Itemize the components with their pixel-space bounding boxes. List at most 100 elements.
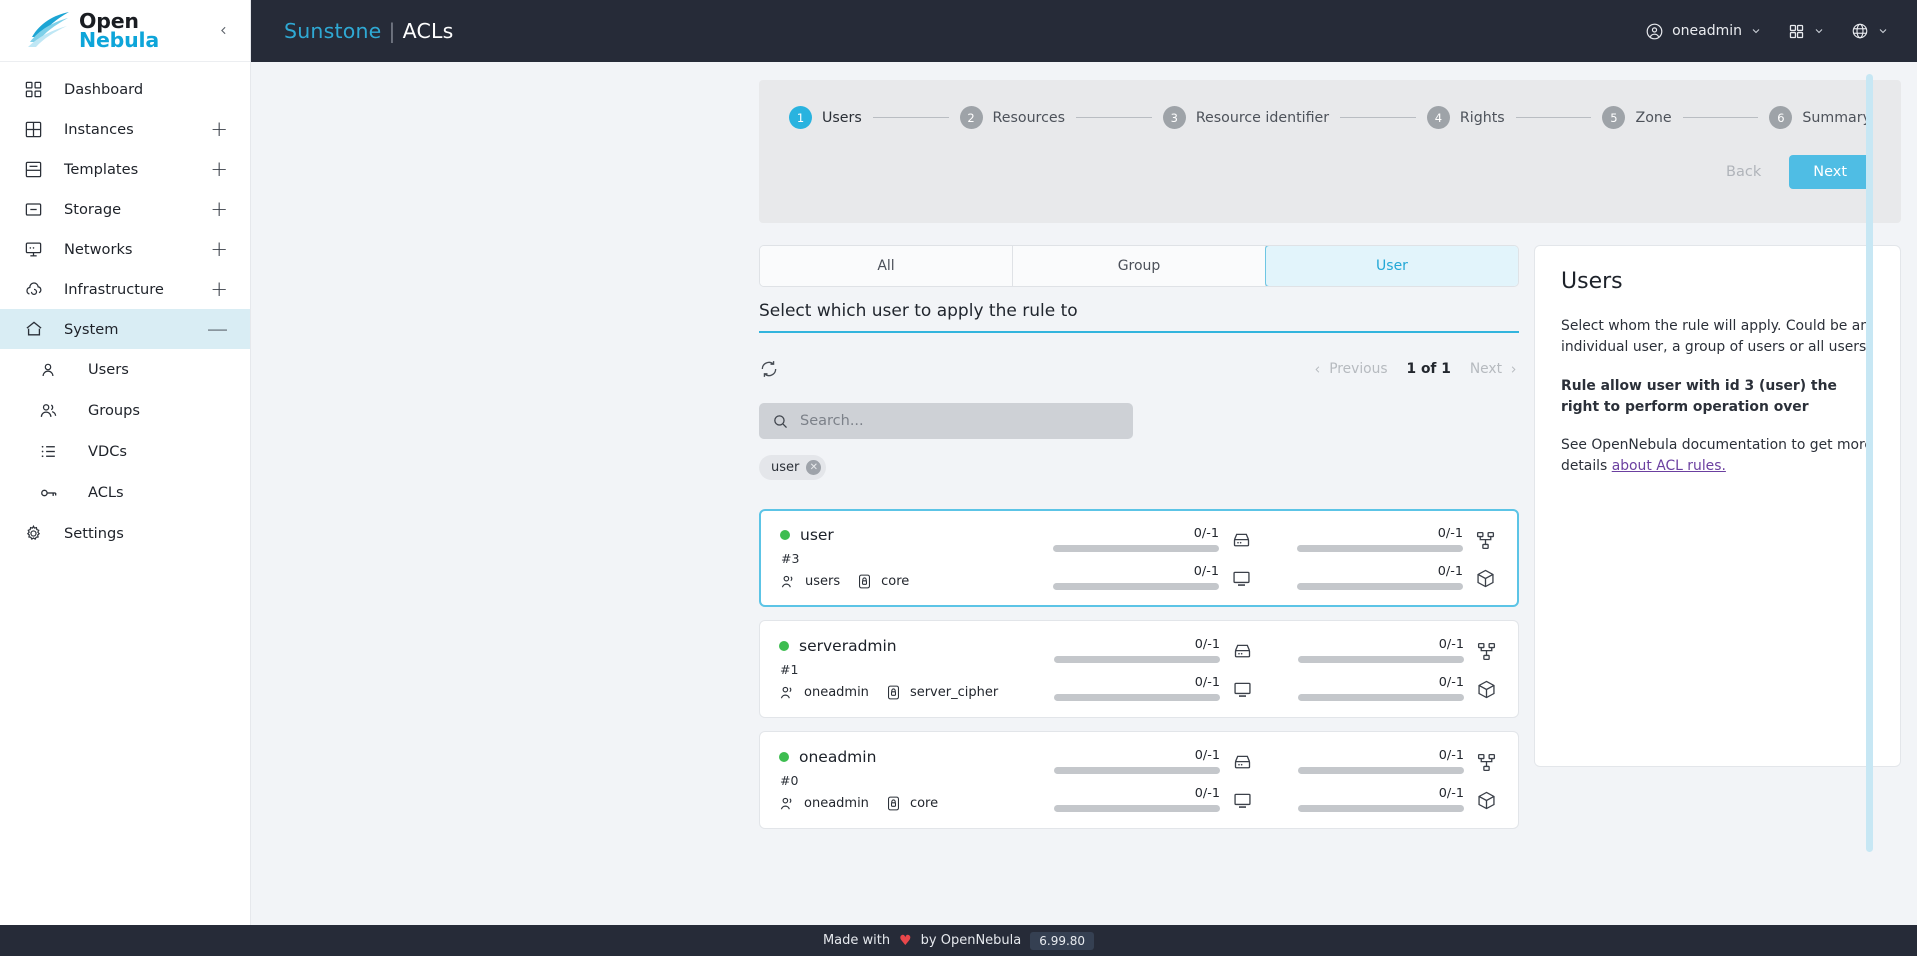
user-icon	[39, 361, 64, 379]
user-selector-pane: All Group User Select which user to appl…	[759, 245, 1519, 829]
user-card[interactable]: user #3 users core 0/-1 0/-1 0/-1 0/-1	[759, 509, 1519, 607]
step-label: Users	[822, 109, 862, 126]
step-connector	[872, 117, 949, 118]
next-button[interactable]: Next	[1789, 155, 1871, 189]
metric-bar-group: 0/-1	[1053, 564, 1219, 590]
user-id: #1	[780, 662, 799, 677]
user-auth: server_cipher	[885, 684, 998, 701]
metric-column-right: 0/-1 0/-1	[1298, 748, 1498, 812]
user-name: oneadmin	[799, 748, 877, 766]
metric-progress-bar	[1053, 545, 1219, 552]
selector-and-info: All Group User Select which user to appl…	[759, 245, 1901, 829]
refresh-button[interactable]	[759, 359, 779, 379]
tab-all[interactable]: All	[760, 246, 1013, 286]
opennebula-logo: Open Nebula	[26, 10, 210, 51]
metric-progress-bar	[1298, 805, 1464, 812]
sidebar-collapse-icon[interactable]: —	[207, 318, 228, 340]
step-connector	[1682, 117, 1759, 118]
breadcrumb-section: ACLs	[402, 19, 454, 43]
user-card-metrics: 0/-1 0/-1 0/-1 0/-1	[991, 748, 1498, 812]
sidebar-item-dashboard[interactable]: Dashboard	[0, 69, 250, 109]
metric-value: 0/-1	[1437, 526, 1463, 541]
metric-progress-bar	[1054, 694, 1220, 701]
vm-monitor-icon	[1229, 568, 1253, 590]
sidebar-item-instances[interactable]: Instances +	[0, 109, 250, 149]
step-resource-identifier[interactable]: 3 Resource identifier	[1162, 106, 1329, 129]
sidebar-expand-icon[interactable]: +	[210, 158, 228, 180]
sidebar-expand-icon[interactable]: +	[210, 198, 228, 220]
topbar: Sunstone | ACLs oneadmin	[251, 0, 1917, 62]
selector-section-title: Select which user to apply the rule to	[759, 287, 1519, 333]
language-menu-button[interactable]	[1851, 22, 1889, 40]
sidebar-item-settings[interactable]: Settings	[0, 513, 250, 553]
back-button[interactable]: Back	[1716, 157, 1771, 187]
opennebula-logo-icon	[28, 11, 69, 47]
user-group: users	[780, 573, 840, 590]
close-icon[interactable]: ✕	[806, 460, 822, 475]
step-resources[interactable]: 2 Resources	[959, 106, 1065, 129]
step-number: 5	[1602, 106, 1626, 129]
user-menu-button[interactable]: oneadmin	[1645, 22, 1762, 41]
search-box[interactable]	[759, 403, 1133, 439]
step-summary[interactable]: 6 Summary	[1769, 106, 1871, 129]
chip-label: user	[771, 460, 800, 475]
chevron-left-icon	[220, 26, 226, 35]
info-paragraph-3: See OpenNebula documentation to get more…	[1561, 435, 1874, 477]
search-input[interactable]	[800, 413, 1120, 429]
apps-menu-button[interactable]	[1788, 23, 1825, 40]
chevron-left-icon	[1315, 365, 1320, 373]
sidebar: Open Nebula Dashboard Instances + Templa…	[0, 0, 251, 925]
footer-made-with: Made with	[822, 933, 891, 948]
tab-user[interactable]: User	[1265, 246, 1518, 286]
metric-value: 0/-1	[1194, 637, 1220, 652]
user-group-label: users	[805, 574, 841, 589]
sidebar-item-storage[interactable]: Storage +	[0, 189, 250, 229]
metric-value: 0/-1	[1438, 786, 1464, 801]
sidebar-expand-icon[interactable]: +	[210, 118, 228, 140]
sidebar-item-acls[interactable]: ACLs	[0, 472, 250, 513]
sidebar-item-label: Dashboard	[64, 80, 144, 98]
step-rights[interactable]: 4 Rights	[1426, 106, 1505, 129]
metric-progress-bar	[1054, 656, 1220, 663]
metric-row: 0/-1	[1298, 786, 1498, 812]
sidebar-item-system[interactable]: System —	[0, 309, 250, 349]
user-card-info: user #3 users core	[780, 526, 992, 590]
network-tree-icon	[1474, 641, 1498, 663]
metric-bar-group: 0/-1	[1298, 637, 1464, 663]
previous-page-button[interactable]: Previous	[1312, 361, 1388, 377]
right-column: Sunstone | ACLs oneadmin 1 Users 2 Resou…	[251, 0, 1917, 925]
sidebar-expand-icon[interactable]: +	[210, 278, 228, 300]
metric-bar-group: 0/-1	[1298, 748, 1464, 774]
package-icon	[1474, 790, 1498, 812]
tab-group[interactable]: Group	[1013, 246, 1266, 286]
group-icon	[781, 575, 793, 588]
metric-bar-group: 0/-1	[1298, 675, 1464, 701]
sidebar-item-label: Settings	[64, 524, 124, 542]
acl-rules-link[interactable]: about ACL rules.	[1612, 458, 1726, 474]
step-users[interactable]: 1 Users	[789, 106, 862, 129]
sidebar-subitem-label: ACLs	[88, 484, 124, 501]
sidebar-collapse-button[interactable]	[210, 18, 236, 44]
metric-column-left: 0/-1 0/-1	[1054, 748, 1254, 812]
sidebar-header: Open Nebula	[0, 0, 250, 62]
sidebar-expand-icon[interactable]: +	[210, 238, 228, 260]
metric-value: 0/-1	[1194, 786, 1220, 801]
sidebar-item-infrastructure[interactable]: Infrastructure +	[0, 269, 250, 309]
sidebar-item-networks[interactable]: Networks +	[0, 229, 250, 269]
sidebar-item-templates[interactable]: Templates +	[0, 149, 250, 189]
disk-icon	[1230, 641, 1254, 663]
sidebar-item-groups[interactable]: Groups	[0, 390, 250, 431]
previous-label: Previous	[1329, 361, 1388, 377]
sidebar-item-vdcs[interactable]: VDCs	[0, 431, 250, 472]
step-connector	[1515, 117, 1592, 118]
user-card[interactable]: serveradmin #1 oneadmin server_cipher 0/…	[759, 620, 1519, 718]
sidebar-item-users[interactable]: Users	[0, 349, 250, 390]
next-page-button[interactable]: Next	[1470, 361, 1519, 377]
user-card[interactable]: oneadmin #0 oneadmin core 0/-1 0/-1 0/-1…	[759, 731, 1519, 829]
filter-chip-user[interactable]: user ✕	[759, 455, 827, 480]
metric-value: 0/-1	[1193, 564, 1219, 579]
scope-tabs: All Group User	[759, 245, 1519, 287]
vertical-scrollbar[interactable]	[1866, 74, 1873, 852]
metric-value: 0/-1	[1438, 748, 1464, 763]
step-zone[interactable]: 5 Zone	[1602, 106, 1672, 129]
